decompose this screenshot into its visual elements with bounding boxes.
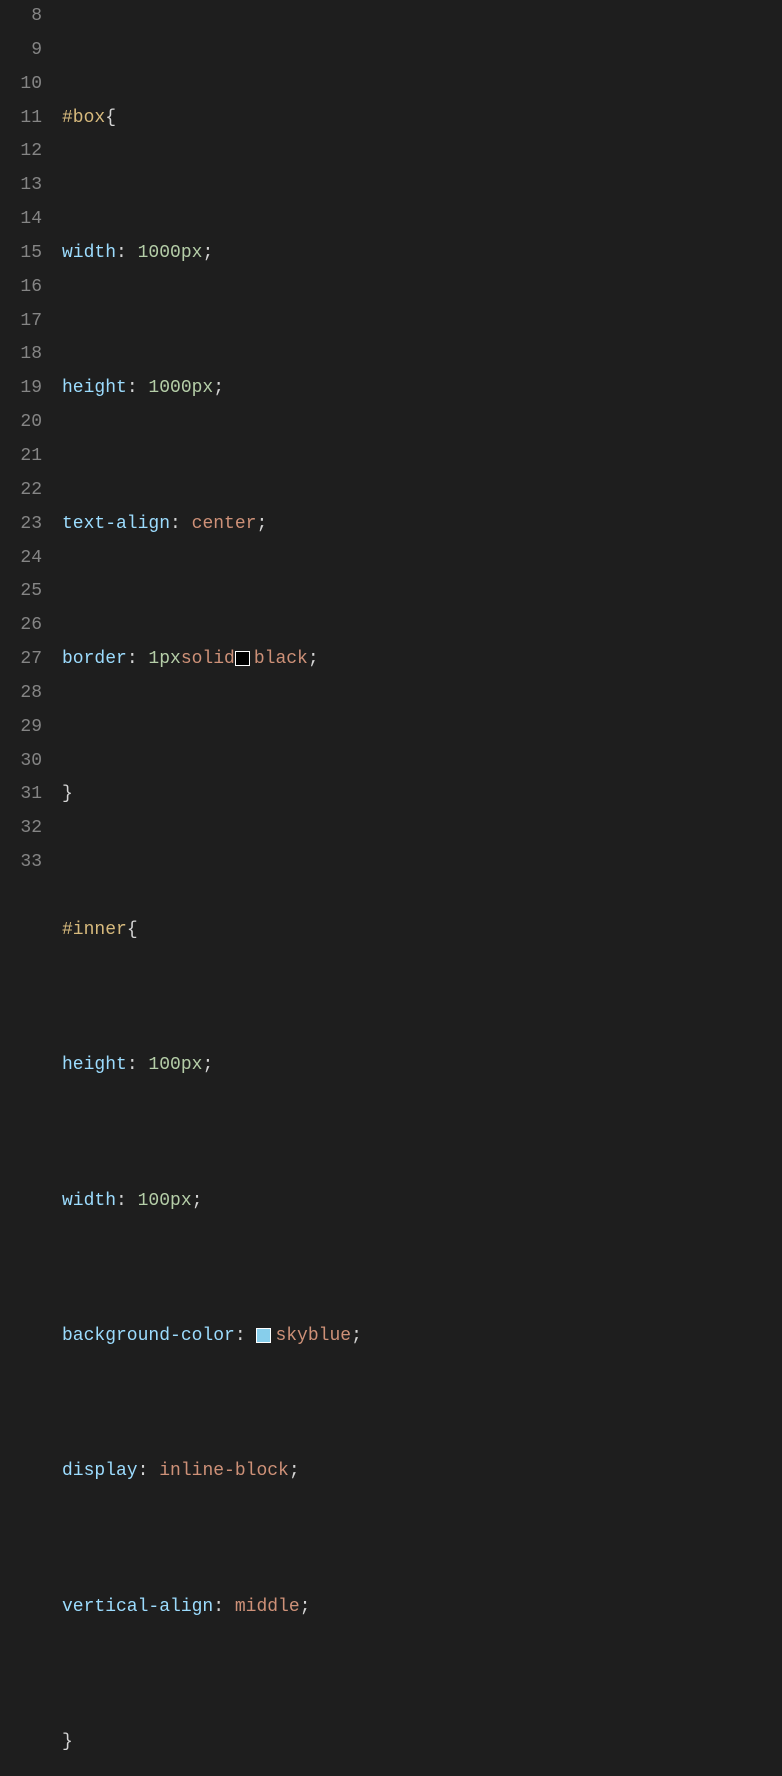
css-value: skyblue	[275, 1320, 351, 1354]
css-selector: #box	[62, 102, 105, 136]
css-value: middle	[235, 1591, 300, 1625]
code-line[interactable]: display: inline-block;	[62, 1455, 782, 1489]
color-swatch-icon[interactable]	[256, 1328, 271, 1343]
css-value: inline-block	[159, 1455, 289, 1489]
line-number: 22	[0, 474, 42, 508]
line-number: 14	[0, 203, 42, 237]
line-number: 17	[0, 305, 42, 339]
css-prop: display	[62, 1455, 138, 1489]
line-number: 27	[0, 643, 42, 677]
line-number: 9	[0, 34, 42, 68]
css-prop: vertical-align	[62, 1591, 213, 1625]
line-number: 24	[0, 542, 42, 576]
css-value: 1000px	[138, 237, 203, 271]
code-line[interactable]: #box {	[62, 102, 782, 136]
css-prop: background-color	[62, 1320, 235, 1354]
line-number: 25	[0, 575, 42, 609]
css-prop: width	[62, 237, 116, 271]
line-number: 31	[0, 778, 42, 812]
line-number: 32	[0, 812, 42, 846]
code-line[interactable]: text-align: center;	[62, 508, 782, 542]
line-number: 13	[0, 169, 42, 203]
color-swatch-icon[interactable]	[235, 651, 250, 666]
line-number: 16	[0, 271, 42, 305]
code-line[interactable]: }	[62, 778, 782, 812]
line-number: 12	[0, 135, 42, 169]
code-line[interactable]: vertical-align: middle;	[62, 1591, 782, 1625]
line-number: 33	[0, 846, 42, 880]
css-selector: #inner	[62, 914, 127, 948]
line-number: 26	[0, 609, 42, 643]
line-number: 23	[0, 508, 42, 542]
css-value: 100px	[148, 1049, 202, 1083]
css-value: black	[254, 643, 308, 677]
line-number: 19	[0, 372, 42, 406]
line-number-gutter: 8 9 10 11 12 13 14 15 16 17 18 19 20 21 …	[0, 0, 62, 888]
css-value: 1000px	[148, 372, 213, 406]
code-line[interactable]: border: 1px solid black;	[62, 643, 782, 677]
line-number: 15	[0, 237, 42, 271]
code-editor[interactable]: 8 9 10 11 12 13 14 15 16 17 18 19 20 21 …	[0, 0, 782, 888]
css-prop: width	[62, 1185, 116, 1219]
code-area[interactable]: #box { width: 1000px; height: 1000px; te…	[62, 0, 782, 888]
code-line[interactable]: height: 100px;	[62, 1049, 782, 1083]
line-number: 8	[0, 0, 42, 34]
css-prop: height	[62, 372, 127, 406]
css-prop: border	[62, 643, 127, 677]
line-number: 10	[0, 68, 42, 102]
css-value: center	[192, 508, 257, 542]
css-value: 100px	[138, 1185, 192, 1219]
css-prop: height	[62, 1049, 127, 1083]
code-line[interactable]: height: 1000px;	[62, 372, 782, 406]
css-prop: text-align	[62, 508, 170, 542]
line-number: 20	[0, 406, 42, 440]
code-line[interactable]: width: 1000px;	[62, 237, 782, 271]
code-line[interactable]: background-color: skyblue;	[62, 1320, 782, 1354]
line-number: 30	[0, 745, 42, 779]
code-line[interactable]: }	[62, 1726, 782, 1760]
line-number: 18	[0, 338, 42, 372]
line-number: 29	[0, 711, 42, 745]
line-number: 28	[0, 677, 42, 711]
css-value: solid	[181, 643, 235, 677]
code-line[interactable]: #inner {	[62, 914, 782, 948]
line-number: 11	[0, 102, 42, 136]
code-line[interactable]: width: 100px;	[62, 1185, 782, 1219]
css-value: 1px	[148, 643, 180, 677]
line-number: 21	[0, 440, 42, 474]
